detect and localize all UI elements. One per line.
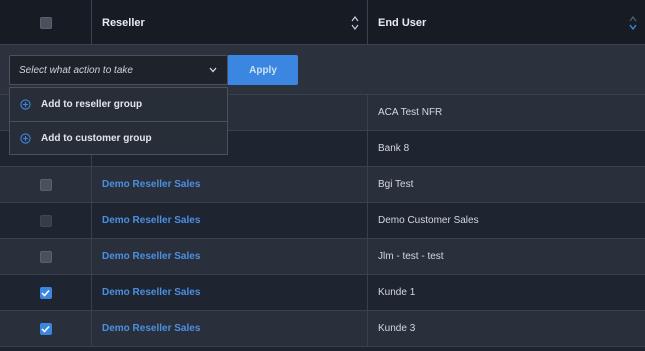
end-user-cell: Demo Customer Sales	[368, 203, 645, 238]
end-user-name: Jlm - test - test	[378, 251, 444, 262]
header-select-all-cell	[0, 0, 92, 45]
sort-icon[interactable]	[351, 15, 359, 31]
row-select-cell	[0, 275, 92, 310]
end-user-name: Bgi Test	[378, 179, 414, 190]
select-all-checkbox[interactable]	[39, 16, 52, 29]
reseller-link[interactable]: Demo Reseller Sales	[102, 251, 200, 262]
row-checkbox[interactable]	[39, 214, 52, 227]
end-user-name: ACA Test NFR	[378, 107, 443, 118]
table-header: Reseller End User	[0, 0, 645, 45]
menu-item-add-to-reseller-group[interactable]: Add to reseller group	[10, 88, 227, 121]
end-user-cell: Bank 8	[368, 131, 645, 166]
checkmark-icon	[41, 325, 50, 333]
row-checkbox[interactable]	[39, 178, 52, 191]
table-row[interactable]: Demo Reseller Sales Kunde 3	[0, 311, 645, 347]
menu-item-add-to-customer-group[interactable]: Add to customer group	[10, 121, 227, 154]
header-end-user-label: End User	[378, 16, 427, 29]
menu-item-label: Add to reseller group	[41, 99, 143, 110]
table-row[interactable]: Demo Reseller Sales Jlm - test - test	[0, 239, 645, 275]
header-reseller-label: Reseller	[102, 16, 145, 29]
header-reseller[interactable]: Reseller	[92, 0, 368, 45]
table-row[interactable]: Demo Reseller Sales Kunde 1	[0, 275, 645, 311]
end-user-name: Kunde 3	[378, 323, 416, 334]
row-checkbox[interactable]	[39, 250, 52, 263]
chevron-down-icon	[209, 67, 217, 73]
table-row[interactable]: Demo Reseller Sales Bgi Test	[0, 167, 645, 203]
row-checkbox[interactable]	[39, 322, 52, 335]
end-user-name: Demo Customer Sales	[378, 215, 479, 226]
reseller-cell[interactable]: Demo Reseller Sales	[92, 203, 368, 238]
table-row[interactable]: Demo Reseller Sales Demo Customer Sales	[0, 203, 645, 239]
end-user-cell: ACA Test NFR	[368, 95, 645, 130]
row-select-cell	[0, 203, 92, 238]
header-end-user[interactable]: End User	[368, 0, 645, 45]
row-select-cell	[0, 167, 92, 202]
row-select-cell	[0, 311, 92, 346]
plus-circle-icon	[20, 99, 31, 110]
end-user-cell: Bgi Test	[368, 167, 645, 202]
action-dropdown-menu: Add to reseller group Add to customer gr…	[9, 87, 228, 155]
reseller-link[interactable]: Demo Reseller Sales	[102, 179, 200, 190]
apply-button[interactable]: Apply	[228, 55, 298, 85]
reseller-cell[interactable]: Demo Reseller Sales	[92, 239, 368, 274]
end-user-name: Bank 8	[378, 143, 410, 154]
row-checkbox[interactable]	[39, 286, 52, 299]
menu-item-label: Add to customer group	[41, 132, 152, 144]
reseller-cell[interactable]: Demo Reseller Sales	[92, 167, 368, 202]
end-user-cell: Kunde 3	[368, 311, 645, 346]
sort-icon[interactable]	[629, 15, 637, 31]
plus-circle-icon	[20, 132, 31, 144]
row-select-cell	[0, 239, 92, 274]
action-select-placeholder: Select what action to take	[19, 64, 133, 76]
end-user-name: Kunde 1	[378, 287, 416, 298]
checkmark-icon	[41, 289, 50, 297]
reseller-link[interactable]: Demo Reseller Sales	[102, 323, 200, 334]
action-select[interactable]: Select what action to take	[9, 55, 228, 85]
reseller-cell[interactable]: Demo Reseller Sales	[92, 275, 368, 310]
reseller-cell[interactable]: Demo Reseller Sales	[92, 311, 368, 346]
end-user-cell: Kunde 1	[368, 275, 645, 310]
reseller-link[interactable]: Demo Reseller Sales	[102, 215, 200, 226]
end-user-cell: Jlm - test - test	[368, 239, 645, 274]
reseller-link[interactable]: Demo Reseller Sales	[102, 287, 200, 298]
